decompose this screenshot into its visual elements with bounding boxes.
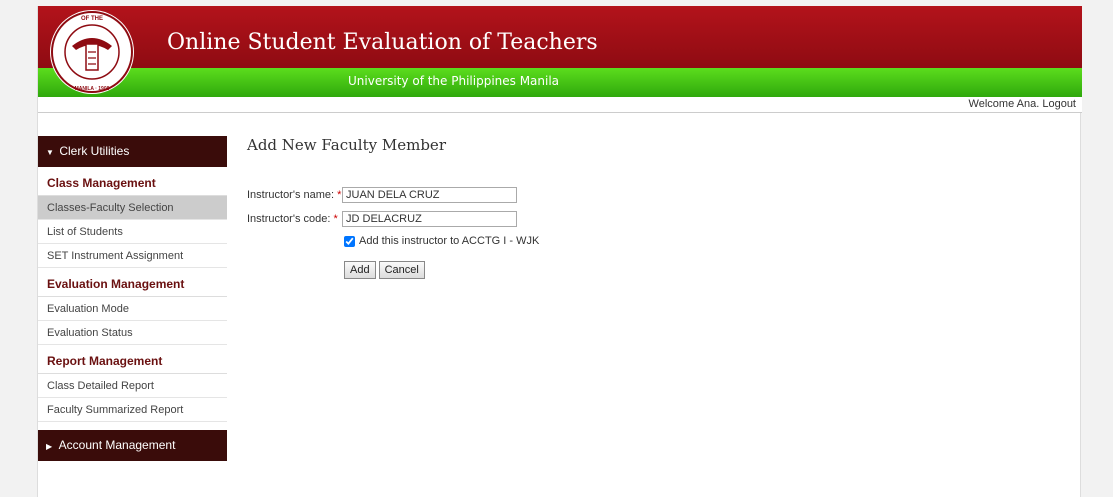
page-title: Add New Faculty Member <box>247 136 446 154</box>
sidebar-item-list-of-students[interactable]: List of Students <box>38 220 227 244</box>
header-banner: OF THE MANILA · 1908 Online Student Eval… <box>38 6 1082 97</box>
svg-text:OF THE: OF THE <box>81 16 103 22</box>
add-instructor-checkbox-label: Add this instructor to ACCTG I - WJK <box>359 235 540 247</box>
clerk-utilities-label: Clerk Utilities <box>59 144 130 158</box>
university-seal-logo: OF THE MANILA · 1908 <box>50 10 134 94</box>
sidebar-item-evaluation-mode[interactable]: Evaluation Mode <box>38 297 227 321</box>
add-button[interactable]: Add <box>344 261 376 279</box>
instructor-code-input[interactable] <box>342 210 517 227</box>
triangle-right-icon: ▶ <box>46 442 53 451</box>
site-subtitle: University of the Philippines Manila <box>348 74 560 88</box>
sidebar: ▼ Clerk Utilities Class Management Class… <box>38 136 227 461</box>
account-management-header[interactable]: ▶ Account Management <box>38 430 227 461</box>
instructor-code-row: Instructor's code: * <box>247 208 539 229</box>
user-bar: Welcome Ana. Logout <box>38 97 1082 113</box>
sidebar-item-classes-faculty-selection[interactable]: Classes-Faculty Selection <box>38 196 227 220</box>
banner-green-band <box>38 68 1082 97</box>
required-mark: * <box>337 188 342 201</box>
instructor-code-label-wrap: Instructor's code: * <box>247 213 342 225</box>
page-container: OF THE MANILA · 1908 Online Student Eval… <box>37 6 1082 497</box>
add-instructor-checkbox[interactable] <box>344 235 355 247</box>
instructor-name-row: Instructor's name: * <box>247 184 539 205</box>
instructor-code-label: Instructor's code: <box>247 212 331 225</box>
form-buttons: Add Cancel <box>344 261 539 279</box>
clerk-utilities-header[interactable]: ▼ Clerk Utilities <box>38 136 227 167</box>
sidebar-item-class-detailed-report[interactable]: Class Detailed Report <box>38 374 227 398</box>
report-management-title: Report Management <box>38 345 227 374</box>
sidebar-item-evaluation-status[interactable]: Evaluation Status <box>38 321 227 345</box>
instructor-name-label-wrap: Instructor's name: * <box>247 189 342 201</box>
welcome-area: Welcome Ana. Logout <box>969 98 1076 110</box>
main-content: Add New Faculty Member Instructor's name… <box>247 136 539 279</box>
class-management-title: Class Management <box>38 167 227 196</box>
site-title: Online Student Evaluation of Teachers <box>167 30 598 55</box>
cancel-button[interactable]: Cancel <box>378 261 425 279</box>
sidebar-item-faculty-summarized-report[interactable]: Faculty Summarized Report <box>38 398 227 422</box>
required-mark: * <box>333 212 338 225</box>
svg-text:MANILA · 1908: MANILA · 1908 <box>75 86 110 92</box>
triangle-down-icon: ▼ <box>46 148 54 157</box>
add-instructor-checkbox-row: Add this instructor to ACCTG I - WJK <box>344 232 539 250</box>
welcome-text: Welcome Ana. <box>968 98 1040 110</box>
sidebar-item-set-instrument-assignment[interactable]: SET Instrument Assignment <box>38 244 227 268</box>
logout-link[interactable]: Logout <box>1042 98 1076 110</box>
instructor-name-label: Instructor's name: <box>247 188 335 201</box>
account-management-label: Account Management <box>58 438 176 452</box>
evaluation-management-title: Evaluation Management <box>38 268 227 297</box>
instructor-name-input[interactable] <box>342 186 517 203</box>
